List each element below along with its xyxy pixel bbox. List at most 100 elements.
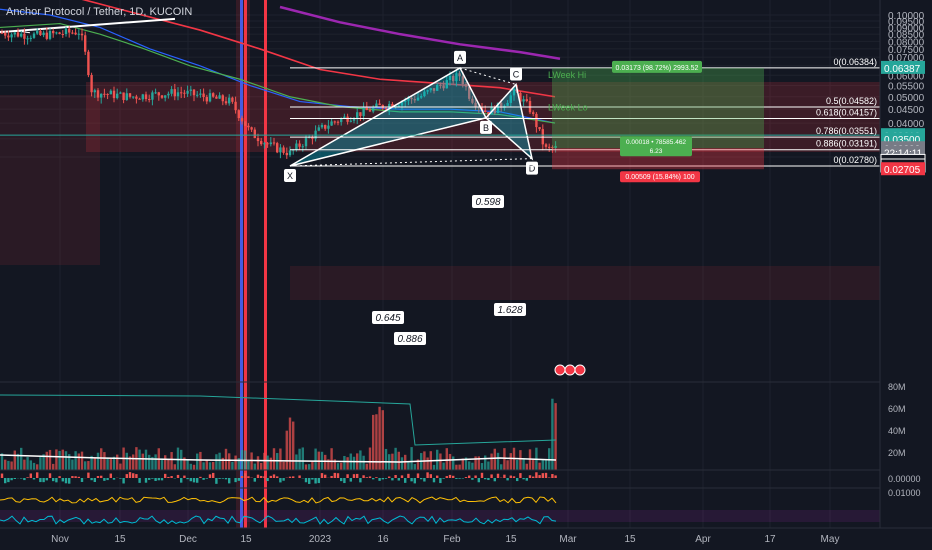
candle-body	[212, 93, 215, 97]
fib-label: 0.5(0.04582)	[826, 96, 877, 106]
candle-body	[74, 32, 77, 35]
macd-bar	[423, 478, 426, 482]
macd-bar	[39, 478, 42, 483]
volume-bar	[544, 459, 548, 470]
volume-bar	[298, 448, 301, 470]
volume-bar	[496, 452, 500, 470]
volume-bar	[532, 459, 535, 470]
macd-bar	[282, 478, 285, 481]
macd-bar	[228, 478, 231, 484]
volume-bar	[23, 459, 26, 470]
macd-bar	[135, 474, 138, 478]
macd-bar	[224, 478, 228, 480]
candle-body	[244, 121, 247, 126]
volume-bar	[80, 451, 84, 470]
volume-bar	[480, 463, 484, 470]
volume-bar	[96, 452, 100, 470]
volume-bar	[413, 464, 416, 470]
candle-body	[29, 37, 32, 39]
macd-bar	[532, 476, 535, 478]
candle-body	[154, 92, 157, 94]
macd-bar	[471, 478, 474, 480]
candle-body	[167, 93, 170, 96]
macd-bar	[106, 478, 109, 481]
macd-bar	[68, 478, 71, 484]
macd-bar	[404, 478, 407, 483]
volume-bar	[468, 461, 471, 470]
macd-bar	[74, 476, 77, 478]
candle-body	[324, 124, 327, 129]
macd-bar	[330, 475, 333, 478]
macd-bar	[272, 474, 276, 478]
macd-bar	[522, 478, 525, 480]
macd-bar	[320, 473, 324, 478]
candle-body	[0, 32, 4, 34]
volume-bar	[205, 459, 208, 470]
volume-bar	[228, 453, 231, 470]
macd-bar	[256, 474, 260, 478]
macd-bar	[525, 478, 528, 481]
candle-body	[55, 32, 58, 34]
candle-body	[148, 99, 151, 101]
profit-zone	[552, 67, 764, 149]
volume-bar	[394, 447, 397, 470]
macd-bar	[87, 472, 90, 478]
candle-body	[141, 94, 144, 100]
macd-bar	[375, 477, 378, 478]
volume-bar	[103, 452, 106, 470]
candle-body	[135, 96, 138, 99]
volume-bar	[13, 450, 16, 470]
macd-bar	[128, 472, 132, 478]
volume-bar	[493, 448, 496, 470]
macd-bar	[544, 472, 548, 478]
volume-bar	[26, 456, 29, 470]
y-tick-label: 0.05500	[888, 82, 925, 93]
x-tick-label: Apr	[695, 534, 711, 545]
volume-bar	[522, 459, 525, 470]
macd-bar	[160, 478, 164, 481]
chart-canvas[interactable]: X A B C D 0.598 1.628 0.645 0.886 0(0.06384) 0.5(…	[0, 0, 932, 550]
macd-bar	[80, 478, 84, 482]
volume-bar	[269, 457, 272, 470]
volume-bar	[170, 452, 173, 470]
candle-body	[269, 142, 272, 145]
volume-bar	[109, 458, 112, 470]
candle-body	[71, 32, 74, 34]
macd-bar	[23, 478, 26, 481]
volume-bar	[48, 449, 52, 470]
macd-bar	[36, 472, 39, 478]
candle-body	[180, 92, 183, 94]
macd-bar	[426, 472, 429, 478]
macd-bar	[215, 478, 218, 484]
x-tick-label: Nov	[51, 534, 69, 545]
volume-bar	[378, 406, 381, 470]
candle-body	[368, 110, 372, 112]
candle-body	[484, 110, 487, 113]
resistance-zone	[290, 266, 880, 300]
macd-bar	[324, 474, 327, 478]
event-flag-icon	[564, 364, 576, 376]
candle-body	[48, 30, 52, 39]
volume-bar	[400, 457, 404, 470]
macd-bar	[77, 476, 80, 478]
candle-body	[253, 129, 256, 139]
volume-bar	[199, 451, 202, 470]
macd-bar	[234, 478, 237, 483]
candle-body	[103, 93, 106, 95]
volume-bar	[455, 464, 458, 470]
volume-bar	[71, 459, 74, 470]
candle-body	[362, 107, 365, 116]
volume-tick: 20M	[888, 448, 906, 458]
macd-bar	[349, 478, 352, 482]
volume-bar	[352, 456, 356, 470]
volume-bar	[234, 455, 237, 470]
macd-bar	[506, 478, 509, 481]
macd-bar	[122, 478, 125, 484]
macd-bar	[452, 475, 455, 478]
pattern-point-label: B	[483, 123, 489, 133]
volume-bar	[173, 464, 176, 470]
volume-bar	[39, 457, 42, 470]
ratio-label: 0.645	[375, 313, 400, 324]
candle-body	[87, 51, 90, 76]
candle-body	[234, 101, 237, 111]
